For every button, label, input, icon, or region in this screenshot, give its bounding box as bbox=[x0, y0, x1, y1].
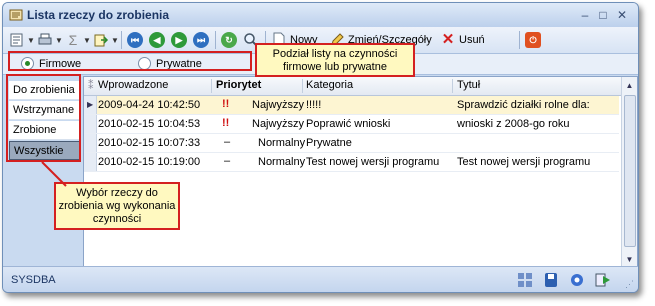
first-record-button[interactable]: ⏮ bbox=[127, 30, 143, 50]
cell-category: Poprawić wnioski bbox=[306, 118, 391, 130]
resize-grip-icon[interactable]: ⋰ bbox=[625, 279, 634, 290]
print-menu-button[interactable]: ▼ bbox=[37, 30, 63, 50]
export-menu-button[interactable]: ▼ bbox=[93, 30, 119, 50]
cell-date: 2009-04-24 10:42:50 bbox=[98, 99, 201, 111]
cell-title: Test nowej wersji programu bbox=[457, 156, 591, 168]
window-title: Lista rzeczy do zrobienia bbox=[27, 8, 170, 22]
filter-highlight-box bbox=[8, 51, 252, 71]
arrow-right-icon: ▶ bbox=[171, 32, 187, 48]
cell-priority: Normalny bbox=[258, 156, 306, 168]
delete-button[interactable]: ✕ Usuń bbox=[440, 30, 485, 50]
callout-nav: Wybór rzeczy do zrobienia wg wykonania c… bbox=[54, 182, 180, 230]
table-row[interactable]: 2010-02-15 10:04:53 !! Najwyższy Poprawi… bbox=[84, 115, 619, 134]
document-list-icon bbox=[10, 33, 23, 47]
close-icon[interactable]: ✕ bbox=[615, 8, 629, 22]
table-row[interactable]: ▶ 2009-04-24 10:42:50 !! Najwyższy !!!!!… bbox=[84, 96, 619, 115]
last-icon: ⏭ bbox=[193, 32, 209, 48]
cell-priority: Najwyższy bbox=[252, 118, 304, 130]
sigma-icon: Σ bbox=[68, 32, 78, 48]
column-header[interactable]: Priorytet bbox=[216, 79, 261, 91]
toolbar-separator bbox=[519, 31, 520, 49]
export-icon bbox=[94, 34, 109, 47]
priority-icon: – bbox=[224, 155, 231, 167]
view-menu-button[interactable]: ▼ bbox=[9, 30, 35, 50]
delete-button-label: Usuń bbox=[459, 34, 485, 46]
chevron-down-icon: ▼ bbox=[111, 35, 119, 45]
priority-icon: !! bbox=[222, 117, 230, 129]
column-divider bbox=[302, 79, 303, 93]
previous-record-button[interactable]: ◀ bbox=[149, 30, 165, 50]
cell-title: wnioski z 2008-go roku bbox=[457, 118, 570, 130]
refresh-button[interactable]: ↻ bbox=[221, 30, 237, 50]
maximize-icon[interactable]: □ bbox=[596, 8, 610, 22]
scroll-down-icon[interactable]: ▼ bbox=[624, 254, 635, 265]
callout-filter: Podział listy na czynności firmowe lub p… bbox=[255, 43, 415, 77]
priority-icon: – bbox=[224, 136, 231, 148]
sum-menu-button[interactable]: Σ ▼ bbox=[65, 30, 91, 50]
row-indicator bbox=[84, 153, 97, 171]
chevron-down-icon: ▼ bbox=[83, 35, 91, 45]
minimize-icon[interactable]: – bbox=[578, 8, 592, 22]
cell-date: 2010-02-15 10:19:00 bbox=[98, 156, 201, 168]
save-disk-icon[interactable] bbox=[543, 272, 559, 288]
cell-title: Sprawdzić działki rolne dla: bbox=[457, 99, 590, 111]
status-user: SYSDBA bbox=[11, 274, 56, 286]
chevron-down-icon: ▼ bbox=[27, 35, 35, 45]
app-icon bbox=[9, 9, 23, 21]
toolbar-separator bbox=[121, 31, 122, 49]
chevron-down-icon: ▼ bbox=[55, 35, 63, 45]
column-divider bbox=[211, 79, 212, 93]
column-divider bbox=[452, 79, 453, 93]
table-row[interactable]: 2010-02-15 10:07:33 – Normalny Prywatne bbox=[84, 134, 619, 153]
cell-date: 2010-02-15 10:04:53 bbox=[98, 118, 201, 130]
run-icon[interactable] bbox=[595, 272, 611, 288]
arrow-left-icon: ◀ bbox=[149, 32, 165, 48]
settings-gear-icon[interactable] bbox=[569, 272, 585, 288]
nav-highlight-box bbox=[6, 74, 81, 162]
table-header: ⁑ Wprowadzone Priorytet Kategoria Tytuł bbox=[84, 77, 637, 96]
header-indicator-icon: ⁑ bbox=[88, 80, 94, 92]
scroll-up-icon[interactable]: ▲ bbox=[624, 80, 635, 91]
toolbar-separator bbox=[215, 31, 216, 49]
row-indicator: ▶ bbox=[84, 96, 97, 114]
priority-icon: !! bbox=[222, 98, 230, 110]
exit-button[interactable]: ⏻ bbox=[525, 30, 541, 50]
column-header[interactable]: Kategoria bbox=[306, 79, 353, 91]
grid-layout-icon[interactable] bbox=[517, 272, 533, 288]
vertical-scrollbar[interactable]: ▲ ▼ bbox=[621, 77, 637, 268]
title-bar: Lista rzeczy do zrobienia – □ ✕ bbox=[3, 3, 638, 27]
refresh-icon: ↻ bbox=[221, 32, 237, 48]
delete-x-icon: ✕ bbox=[441, 31, 455, 48]
todo-table: ⁑ Wprowadzone Priorytet Kategoria Tytuł … bbox=[83, 76, 638, 269]
callout-pointer bbox=[41, 161, 67, 187]
power-icon: ⏻ bbox=[525, 32, 541, 48]
last-record-button[interactable]: ⏭ bbox=[193, 30, 209, 50]
scroll-thumb[interactable] bbox=[624, 95, 636, 247]
column-header[interactable]: Wprowadzone bbox=[98, 79, 168, 91]
cell-priority: Normalny bbox=[258, 137, 306, 149]
next-record-button[interactable]: ▶ bbox=[171, 30, 187, 50]
row-indicator bbox=[84, 115, 97, 133]
row-indicator bbox=[84, 134, 97, 152]
column-header[interactable]: Tytuł bbox=[457, 79, 480, 91]
cell-date: 2010-02-15 10:07:33 bbox=[98, 137, 201, 149]
current-row-arrow-icon: ▶ bbox=[87, 100, 94, 109]
cell-category: Prywatne bbox=[306, 137, 352, 149]
cell-priority: Najwyższy bbox=[252, 99, 304, 111]
cell-category: Test nowej wersji programu bbox=[306, 156, 440, 168]
first-icon: ⏮ bbox=[127, 32, 143, 48]
status-bar: SYSDBA ⋰ bbox=[3, 266, 638, 292]
printer-icon bbox=[38, 33, 52, 45]
cell-category: !!!!! bbox=[306, 99, 322, 111]
table-row[interactable]: 2010-02-15 10:19:00 – Normalny Test nowe… bbox=[84, 153, 619, 172]
